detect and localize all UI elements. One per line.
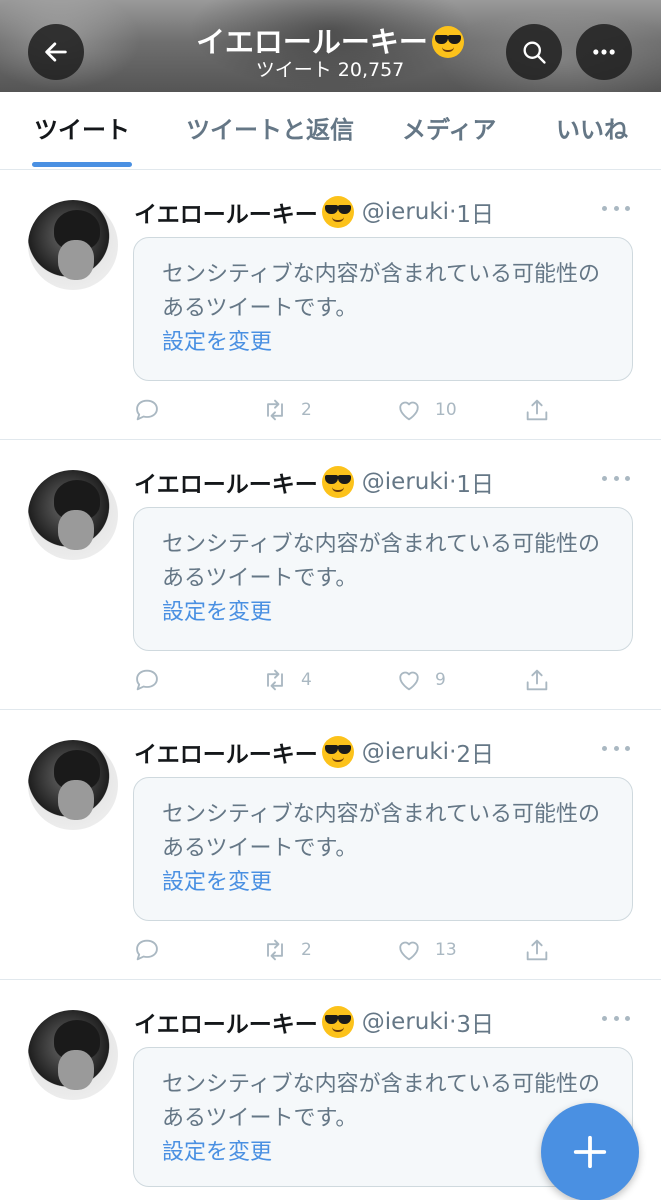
tab-tweets[interactable]: ツイート — [34, 114, 130, 146]
tweet-header: イエロールーキー @ieruki · 1日 — [134, 194, 494, 230]
back-arrow-icon — [45, 42, 67, 62]
tweet-handle: @ieruki — [361, 469, 450, 495]
retweet-icon — [267, 399, 283, 421]
like-button[interactable]: 9 — [395, 665, 446, 695]
heart-icon — [399, 671, 419, 691]
like-count: 13 — [435, 940, 457, 960]
compose-tweet-button[interactable] — [541, 1103, 639, 1200]
change-settings-link[interactable]: 設定を変更 — [162, 326, 604, 360]
tab-media[interactable]: メディア — [402, 114, 496, 146]
sensitive-content-notice[interactable]: センシティブな内容が含まれている可能性のあるツイートです。 設定を変更 — [133, 237, 633, 381]
tweet-time: 2日 — [456, 742, 495, 768]
sensitive-text: センシティブな内容が含まれている可能性のあるツイートです。 — [162, 802, 601, 861]
like-button[interactable]: 10 — [395, 395, 457, 425]
share-button[interactable] — [523, 665, 551, 695]
like-count: 10 — [435, 400, 457, 420]
change-settings-link[interactable]: 設定を変更 — [162, 596, 604, 630]
like-count: 9 — [435, 670, 446, 690]
tweet-menu-icon[interactable] — [602, 1016, 630, 1026]
sensitive-content-notice[interactable]: センシティブな内容が含まれている可能性のあるツイートです。 設定を変更 — [133, 777, 633, 921]
reply-button[interactable] — [133, 395, 161, 425]
sensitive-text: センシティブな内容が含まれている可能性のあるツイートです。 — [162, 262, 601, 321]
search-icon — [523, 41, 546, 64]
tweet-item[interactable]: イエロールーキー @ieruki · 2日 センシティブな内容が含まれている可能… — [0, 710, 661, 980]
sunglasses-emoji-icon — [431, 26, 464, 58]
sunglasses-emoji-icon — [321, 466, 354, 498]
profile-header: イエロールーキー ツイート 20,757 — [0, 0, 661, 92]
change-settings-link[interactable]: 設定を変更 — [162, 866, 604, 900]
meta-separator: · — [449, 1009, 457, 1035]
reply-button[interactable] — [133, 935, 161, 965]
tweet-handle: @ieruki — [361, 1009, 450, 1035]
tweet-author-name: イエロールーキー — [134, 742, 318, 768]
share-button[interactable] — [523, 395, 551, 425]
avatar[interactable] — [28, 200, 118, 290]
tweet-actions: 2 10 — [133, 395, 633, 425]
retweet-count: 2 — [301, 940, 312, 960]
avatar[interactable] — [28, 1010, 118, 1100]
retweet-button[interactable]: 2 — [261, 935, 312, 965]
change-settings-link[interactable]: 設定を変更 — [162, 1136, 604, 1170]
tweet-time: 3日 — [456, 1012, 495, 1038]
tweet-item[interactable]: イエロールーキー @ieruki · 1日 センシティブな内容が含まれている可能… — [0, 440, 661, 710]
plus-icon — [573, 1135, 607, 1169]
search-button[interactable] — [506, 24, 562, 80]
retweet-count: 2 — [301, 400, 312, 420]
back-button[interactable] — [28, 24, 84, 80]
tweet-actions: 4 9 — [133, 665, 633, 695]
share-icon — [526, 399, 548, 421]
tweet-author-name: イエロールーキー — [134, 1012, 318, 1038]
tweet-time: 1日 — [456, 472, 495, 498]
header-title: イエロールーキー — [150, 22, 510, 62]
sensitive-text: センシティブな内容が含まれている可能性のあるツイートです。 — [162, 1072, 601, 1131]
sunglasses-emoji-icon — [321, 1006, 354, 1038]
retweet-count: 4 — [301, 670, 312, 690]
sensitive-content-notice[interactable]: センシティブな内容が含まれている可能性のあるツイートです。 設定を変更 — [133, 507, 633, 651]
reply-icon — [136, 669, 158, 691]
avatar[interactable] — [28, 740, 118, 830]
sensitive-text: センシティブな内容が含まれている可能性のあるツイートです。 — [162, 532, 601, 591]
like-button[interactable]: 13 — [395, 935, 457, 965]
tab-likes[interactable]: いいね — [556, 114, 628, 146]
meta-separator: · — [449, 469, 457, 495]
sunglasses-emoji-icon — [321, 736, 354, 768]
more-button[interactable] — [576, 24, 632, 80]
tweet-header: イエロールーキー @ieruki · 2日 — [134, 734, 494, 770]
profile-tabs: ツイート ツイートと返信 メディア いいね — [0, 92, 661, 170]
share-icon — [526, 669, 548, 691]
retweet-button[interactable]: 4 — [261, 665, 312, 695]
active-tab-indicator — [32, 162, 132, 167]
reply-icon — [136, 939, 158, 961]
tweet-header: イエロールーキー @ieruki · 1日 — [134, 464, 494, 500]
tab-tweets-and-replies[interactable]: ツイートと返信 — [186, 114, 354, 146]
tweet-handle: @ieruki — [361, 199, 450, 225]
tweet-menu-icon[interactable] — [602, 746, 630, 756]
tweet-menu-icon[interactable] — [602, 476, 630, 486]
retweet-icon — [267, 939, 283, 961]
tweet-author-name: イエロールーキー — [134, 202, 318, 228]
tweet-handle: @ieruki — [361, 739, 450, 765]
meta-separator: · — [449, 739, 457, 765]
tweet-count: ツイート 20,757 — [255, 59, 405, 81]
reply-icon — [136, 399, 158, 421]
retweet-button[interactable]: 2 — [261, 395, 312, 425]
avatar[interactable] — [28, 470, 118, 560]
more-icon — [593, 49, 615, 55]
share-icon — [526, 939, 548, 961]
tweet-item[interactable]: イエロールーキー @ieruki · 1日 センシティブな内容が含まれている可能… — [0, 170, 661, 440]
tweet-author-name: イエロールーキー — [134, 472, 318, 498]
reply-button[interactable] — [133, 665, 161, 695]
share-button[interactable] — [523, 935, 551, 965]
header-title-text: イエロールーキー — [196, 25, 428, 59]
sunglasses-emoji-icon — [321, 196, 354, 228]
tweet-header: イエロールーキー @ieruki · 3日 — [134, 1004, 494, 1040]
tweet-actions: 2 13 — [133, 935, 633, 965]
tweet-menu-icon[interactable] — [602, 206, 630, 216]
meta-separator: · — [449, 199, 457, 225]
tweet-time: 1日 — [456, 202, 495, 228]
retweet-icon — [267, 669, 283, 691]
heart-icon — [399, 401, 419, 421]
heart-icon — [399, 941, 419, 961]
